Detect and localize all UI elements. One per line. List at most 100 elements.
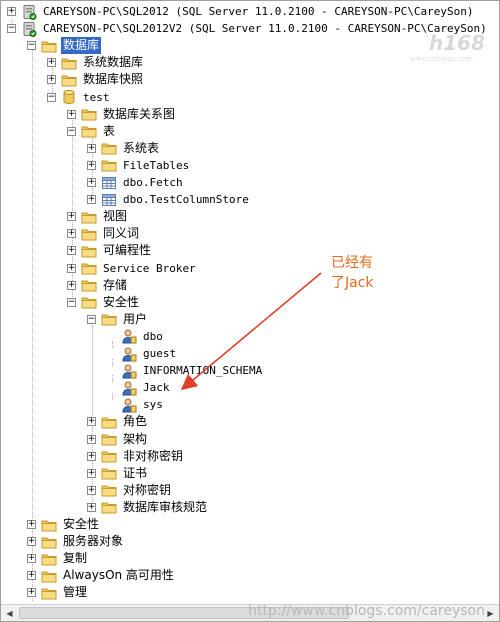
folder-icon (41, 551, 57, 567)
collapse-toggle-icon[interactable]: − (87, 314, 96, 324)
expand-toggle-icon[interactable]: + (27, 571, 36, 581)
tree-node-label: FileTables (123, 158, 190, 172)
expand-toggle-icon[interactable]: + (87, 434, 96, 444)
tree-node[interactable]: + Service Broker (67, 260, 198, 277)
tree-node[interactable]: + dbo.TestColumnStore (87, 191, 251, 208)
tree-node-label: 证书 (123, 465, 148, 480)
no-toggle (107, 383, 116, 393)
expand-toggle-icon[interactable]: + (87, 485, 96, 495)
expand-toggle-icon[interactable]: + (67, 280, 76, 290)
tree-node[interactable]: + AlwaysOn 高可用性 (27, 567, 176, 584)
expand-toggle-icon[interactable]: + (67, 229, 76, 239)
scroll-left-button[interactable]: ◀ (1, 605, 18, 621)
tree-node[interactable]: − 数据库 (27, 37, 102, 55)
user-icon (121, 346, 137, 362)
collapse-toggle-icon[interactable]: − (67, 297, 76, 307)
tree-node[interactable]: + 存储 (67, 277, 129, 294)
tree-node[interactable]: + 视图 (67, 208, 129, 225)
tree-node[interactable]: + 架构 (87, 431, 149, 448)
expand-toggle-icon[interactable]: + (87, 451, 96, 461)
tree-node[interactable]: + 角色 (87, 413, 149, 430)
tree-node[interactable]: + 系统数据库 (47, 54, 145, 71)
tree-node[interactable]: − 表 (67, 123, 117, 140)
tree-node[interactable]: + CAREYSON-PC\SQL2012 (SQL Server 11.0.21… (7, 3, 475, 20)
tree-node-label: INFORMATION_SCHEMA (143, 364, 263, 378)
tree-node[interactable]: − 用户 (87, 311, 149, 328)
expand-toggle-icon[interactable]: + (47, 58, 56, 68)
tree-node-label: 非对称密钥 (123, 448, 184, 463)
folder-icon (41, 585, 57, 601)
annotation-line-1: 已经有 (331, 255, 373, 271)
collapse-toggle-icon[interactable]: − (7, 24, 16, 34)
tree-node[interactable]: + dbo.Fetch (87, 174, 185, 191)
tree-node[interactable]: − test (47, 89, 112, 106)
expand-toggle-icon[interactable]: + (67, 212, 76, 222)
tree-node[interactable]: + 系统表 (87, 140, 161, 157)
folder-icon (41, 38, 57, 54)
tree-node[interactable]: + 对称密钥 (87, 482, 173, 499)
tree-node[interactable]: + 数据库关系图 (67, 106, 177, 123)
tree-node[interactable]: INFORMATION_SCHEMA (107, 362, 264, 379)
tree-node[interactable]: − CAREYSON-PC\SQL2012V2 (SQL Server 11.0.… (7, 20, 489, 37)
database-icon (61, 89, 77, 105)
folder-icon (81, 209, 97, 225)
tree-node[interactable]: dbo (107, 328, 165, 345)
expand-toggle-icon[interactable]: + (27, 520, 36, 529)
tree-node[interactable]: + 管理 (27, 584, 89, 601)
tree-node[interactable]: + 复制 (27, 550, 89, 567)
tree-node[interactable]: + 安全性 (27, 516, 101, 533)
collapse-toggle-icon[interactable]: − (67, 126, 76, 136)
folder-icon (61, 72, 77, 88)
collapse-toggle-icon[interactable]: − (47, 92, 56, 102)
tree-node-label: test (83, 90, 110, 104)
expand-toggle-icon[interactable]: + (87, 417, 96, 427)
tree-node-label: CAREYSON-PC\SQL2012V2 (SQL Server 11.0.2… (43, 22, 487, 36)
tree-node[interactable]: + 服务器对象 (27, 533, 125, 550)
site-logo-subtext: www.cnblogs.com (410, 55, 473, 63)
expand-toggle-icon[interactable]: + (87, 143, 96, 153)
tree-node[interactable]: + 非对称密钥 (87, 448, 185, 465)
tree-node[interactable]: + 同义词 (67, 225, 141, 242)
expand-toggle-icon[interactable]: + (67, 263, 76, 273)
expand-toggle-icon[interactable]: + (27, 537, 36, 547)
tree-node[interactable]: + 可编程性 (67, 242, 153, 259)
tree-node-label: 数据库关系图 (103, 106, 176, 121)
tree-node[interactable]: Jack (107, 379, 172, 396)
expand-toggle-icon[interactable]: + (7, 7, 16, 16)
tree-node-label: 用户 (123, 311, 148, 326)
tree-node[interactable]: + 证书 (87, 465, 149, 482)
tree-node-label: 数据库快照 (83, 72, 144, 87)
tree-node[interactable]: sys (107, 396, 165, 413)
expand-toggle-icon[interactable]: + (87, 160, 96, 170)
server-icon (21, 21, 37, 37)
tree-node-label: 表 (103, 123, 116, 138)
expand-toggle-icon[interactable]: + (27, 554, 36, 564)
tree-node-label: AlwaysOn 高可用性 (63, 568, 174, 583)
no-toggle (107, 366, 116, 376)
no-toggle (107, 349, 116, 358)
folder-icon (101, 311, 117, 327)
table-icon (101, 192, 117, 208)
folder-icon (81, 260, 97, 276)
tree-node[interactable]: + FileTables (87, 157, 191, 174)
collapse-toggle-icon[interactable]: − (27, 41, 36, 51)
tree-node-label: 对称密钥 (123, 482, 172, 497)
expand-toggle-icon[interactable]: + (47, 75, 56, 85)
expand-toggle-icon[interactable]: + (87, 502, 96, 512)
tree-node-label: 系统表 (123, 140, 160, 155)
expand-toggle-icon[interactable]: + (67, 109, 76, 119)
tree-node[interactable]: guest (107, 345, 178, 362)
expand-toggle-icon[interactable]: + (87, 468, 96, 478)
tree-node[interactable]: + 数据库快照 (47, 71, 145, 88)
folder-icon (81, 106, 97, 122)
folder-icon (101, 482, 117, 498)
expand-toggle-icon[interactable]: + (87, 178, 96, 187)
tree-node-label: 数据库 (61, 37, 102, 55)
tree-node[interactable]: − 安全性 (67, 294, 141, 311)
tree-node-label: 同义词 (103, 226, 140, 241)
tree-node-label: sys (143, 398, 163, 412)
expand-toggle-icon[interactable]: + (27, 588, 36, 598)
expand-toggle-icon[interactable]: + (67, 246, 76, 256)
expand-toggle-icon[interactable]: + (87, 195, 96, 205)
tree-node[interactable]: + 数据库审核规范 (87, 499, 209, 516)
